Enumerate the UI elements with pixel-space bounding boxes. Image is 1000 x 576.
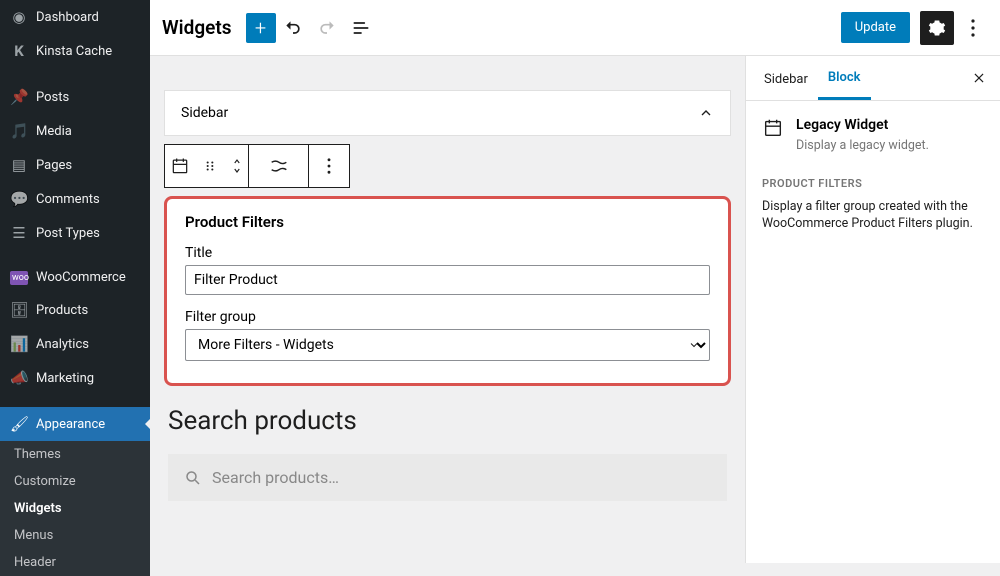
close-inspector-button[interactable] — [966, 71, 992, 85]
kebab-icon — [327, 158, 331, 174]
kebab-icon — [971, 19, 975, 37]
add-block-button[interactable]: + — [246, 13, 276, 43]
editor-topbar: Widgets + Update — [150, 0, 1000, 56]
pages-icon: ▤ — [10, 156, 28, 174]
nav-label: Dashboard — [36, 10, 99, 25]
block-mover — [225, 145, 249, 187]
search-icon — [184, 469, 202, 487]
nav-label: Appearance — [36, 417, 105, 432]
nav-pages[interactable]: ▤ Pages — [0, 148, 150, 182]
nav-woocommerce[interactable]: woo WooCommerce — [0, 262, 150, 293]
inspector-tabs: Sidebar Block — [746, 56, 1000, 101]
gear-icon — [928, 19, 946, 37]
widget-area-title: Sidebar — [181, 105, 228, 121]
dashboard-icon: ◉ — [10, 8, 28, 26]
pin-icon: 📌 — [10, 88, 28, 106]
nav-label: Marketing — [36, 371, 94, 386]
search-placeholder: Search products… — [212, 468, 339, 487]
post-types-icon: ☰ — [10, 224, 28, 242]
tab-sidebar[interactable]: Sidebar — [754, 58, 818, 99]
block-description: Display a legacy widget. — [796, 137, 929, 155]
nav-sub-themes[interactable]: Themes — [0, 441, 150, 468]
update-button[interactable]: Update — [841, 12, 910, 43]
nav-label: Posts — [36, 90, 69, 105]
filter-group-select[interactable]: More Filters - Widgets — [185, 329, 710, 361]
close-icon — [972, 71, 986, 85]
more-options-button[interactable] — [958, 19, 988, 37]
block-options-button[interactable] — [309, 145, 349, 187]
nav-label: Post Types — [36, 226, 100, 241]
move-icon — [268, 155, 290, 177]
brush-icon: 🖌 — [10, 415, 28, 433]
woocommerce-icon: woo — [10, 271, 28, 285]
nav-label: WooCommerce — [36, 270, 126, 285]
media-icon: 🎵 — [10, 122, 28, 140]
nav-label: Analytics — [36, 337, 89, 352]
undo-icon — [283, 18, 303, 38]
block-toolbar — [164, 144, 350, 188]
title-input[interactable] — [185, 265, 710, 295]
chevron-down-icon[interactable] — [231, 166, 243, 175]
nav-media[interactable]: 🎵 Media — [0, 114, 150, 148]
inspector-section-label: Product Filters — [762, 177, 984, 190]
legacy-widget-block[interactable]: Product Filters Title Filter group More … — [164, 196, 731, 386]
main-region: Widgets + Update Sidebar — [150, 0, 1000, 563]
nav-label: Pages — [36, 158, 72, 173]
kinsta-icon: K — [10, 42, 28, 60]
legacy-widget-icon — [762, 117, 784, 139]
nav-label: Products — [36, 303, 88, 318]
chevron-up-icon[interactable] — [698, 105, 714, 121]
nav-analytics[interactable]: 📊 Analytics — [0, 327, 150, 361]
nav-sub-widgets[interactable]: Widgets — [0, 495, 150, 522]
redo-button — [310, 11, 344, 45]
products-icon: 🗄 — [10, 301, 28, 319]
block-drag-handle[interactable] — [195, 145, 225, 187]
filter-group-label: Filter group — [185, 309, 710, 325]
list-view-icon — [351, 18, 371, 38]
title-field-label: Title — [185, 245, 710, 261]
redo-icon — [317, 18, 337, 38]
search-heading: Search products — [168, 406, 727, 436]
nav-products[interactable]: 🗄 Products — [0, 293, 150, 327]
widget-box-title: Product Filters — [185, 213, 710, 231]
comments-icon: 💬 — [10, 190, 28, 208]
nav-post-types[interactable]: ☰ Post Types — [0, 216, 150, 250]
chevron-up-icon[interactable] — [231, 157, 243, 166]
nav-appearance[interactable]: 🖌 Appearance — [0, 407, 150, 441]
block-type-button[interactable] — [165, 145, 195, 187]
inspector-section-description: Display a filter group created with the … — [762, 198, 984, 233]
nav-posts[interactable]: 📌 Posts — [0, 80, 150, 114]
block-move-to-button[interactable] — [249, 145, 309, 187]
nav-label: Comments — [36, 192, 100, 207]
block-name: Legacy Widget — [796, 117, 929, 133]
drag-handle-icon — [203, 159, 217, 173]
analytics-icon: 📊 — [10, 335, 28, 353]
calendar-icon — [762, 117, 784, 139]
admin-sidebar: ◉ Dashboard K Kinsta Cache 📌 Posts 🎵 Media ▤… — [0, 0, 150, 563]
nav-kinsta-cache[interactable]: K Kinsta Cache — [0, 34, 150, 68]
tab-block[interactable]: Block — [818, 56, 871, 100]
undo-button[interactable] — [276, 11, 310, 45]
editor-canvas[interactable]: Sidebar — [150, 56, 745, 563]
search-products-field[interactable]: Search products… — [168, 454, 727, 501]
nav-sub-menus[interactable]: Menus — [0, 522, 150, 549]
nav-sub-customize[interactable]: Customize — [0, 468, 150, 495]
nav-dashboard[interactable]: ◉ Dashboard — [0, 0, 150, 34]
widget-area-header[interactable]: Sidebar — [164, 90, 731, 136]
nav-label: Media — [36, 124, 72, 139]
marketing-icon: 📣 — [10, 369, 28, 387]
settings-button[interactable] — [920, 11, 954, 45]
calendar-icon — [170, 156, 190, 176]
page-title: Widgets — [162, 16, 232, 39]
inspector-panel: Sidebar Block Legacy Widget Display a le… — [745, 56, 1000, 563]
nav-label: Kinsta Cache — [36, 44, 112, 59]
nav-marketing[interactable]: 📣 Marketing — [0, 361, 150, 395]
nav-comments[interactable]: 💬 Comments — [0, 182, 150, 216]
list-view-button[interactable] — [344, 11, 378, 45]
